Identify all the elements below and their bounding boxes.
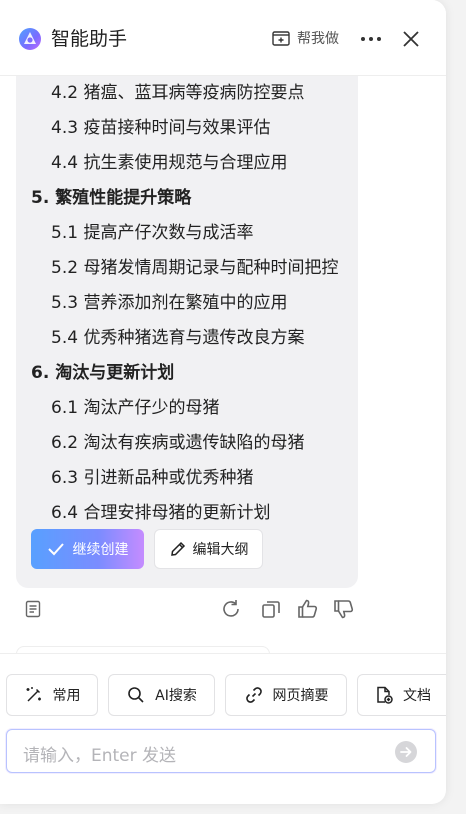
note-icon[interactable] bbox=[23, 599, 43, 619]
chip-document[interactable]: 文档 bbox=[357, 674, 446, 716]
chip-common[interactable]: 常用 bbox=[6, 674, 98, 716]
message-actions bbox=[0, 597, 446, 623]
send-icon[interactable] bbox=[394, 740, 418, 764]
outline-subitem: 6.3 引进新品种或优秀种猪 bbox=[51, 468, 254, 488]
search-icon bbox=[128, 687, 144, 703]
chat-input[interactable]: 请输入，Enter 发送 bbox=[6, 729, 436, 773]
copy-icon[interactable] bbox=[259, 597, 283, 621]
continue-create-label: 继续创建 bbox=[72, 542, 129, 558]
outline-subitem: 6.4 合理安排母猪的更新计划 bbox=[51, 503, 271, 523]
magic-wand-icon bbox=[26, 687, 41, 702]
document-add-icon bbox=[377, 686, 393, 704]
quick-tools: 常用 AI搜索 网页摘要 文档 bbox=[6, 674, 446, 716]
outline-subitem: 6.1 淘汰产仔少的母猪 bbox=[51, 398, 220, 418]
outline-subitem: 5.1 提高产仔次数与成活率 bbox=[51, 223, 254, 243]
chat-input-placeholder: 请输入，Enter 发送 bbox=[23, 746, 177, 766]
outline-section-heading: 6. 淘汰与更新计划 bbox=[31, 363, 175, 383]
link-icon bbox=[245, 687, 262, 703]
outline-card: 4.2 猪瘟、蓝耳病等疫病防控要点 4.3 疫苗接种时间与效果评估 4.4 抗生素使… bbox=[16, 76, 358, 588]
chat-content: 4.2 猪瘟、蓝耳病等疫病防控要点 4.3 疫苗接种时间与效果评估 4.4 抗生素使… bbox=[0, 76, 446, 653]
chip-web-summary-label: 网页摘要 bbox=[272, 688, 329, 704]
thumbs-up-icon[interactable] bbox=[296, 597, 320, 621]
outline-subitem: 5.2 母猪发情周期记录与配种时间把控 bbox=[51, 258, 339, 278]
check-icon bbox=[47, 543, 64, 556]
outline-actions: 继续创建 编辑大纲 bbox=[31, 529, 263, 569]
continue-create-button[interactable]: 继续创建 bbox=[31, 529, 144, 569]
panel-title: 智能助手 bbox=[51, 28, 128, 50]
close-icon[interactable] bbox=[400, 28, 422, 50]
outline-subitem: 6.2 淘汰有疾病或遗传缺陷的母猪 bbox=[51, 433, 305, 453]
chip-ai-search[interactable]: AI搜索 bbox=[108, 674, 215, 716]
pencil-icon bbox=[170, 541, 185, 556]
assistant-logo-icon bbox=[19, 28, 41, 50]
chip-ai-search-label: AI搜索 bbox=[155, 688, 197, 704]
header: 智能助手 帮我做 bbox=[0, 0, 446, 76]
chip-web-summary[interactable]: 网页摘要 bbox=[225, 674, 347, 716]
assistant-panel: 智能助手 帮我做 4.2 猪瘟、蓝耳病等疫病防控要点 4.3 疫苗接种时间与效果评… bbox=[0, 0, 446, 804]
more-icon[interactable] bbox=[359, 29, 383, 49]
outline-subitem: 5.3 营养添加剂在繁殖中的应用 bbox=[51, 293, 288, 313]
thumbs-down-icon[interactable] bbox=[332, 597, 356, 621]
chip-document-label: 文档 bbox=[403, 688, 431, 704]
add-box-icon bbox=[272, 31, 290, 46]
composer-divider bbox=[0, 653, 446, 654]
help-me-do-button[interactable]: 帮我做 bbox=[271, 28, 339, 48]
outline-subitem: 5.4 优秀种猪选育与遗传改良方案 bbox=[51, 328, 305, 348]
chip-common-label: 常用 bbox=[52, 688, 81, 704]
refresh-icon[interactable] bbox=[219, 597, 243, 621]
help-me-do-label: 帮我做 bbox=[297, 31, 339, 47]
outline-subitem: 4.2 猪瘟、蓝耳病等疫病防控要点 bbox=[51, 83, 305, 103]
next-message-card bbox=[16, 646, 270, 653]
outline-subitem: 4.3 疫苗接种时间与效果评估 bbox=[51, 118, 271, 138]
outline-subitem: 4.4 抗生素使用规范与合理应用 bbox=[51, 153, 288, 173]
edit-outline-button[interactable]: 编辑大纲 bbox=[154, 529, 263, 569]
edit-outline-label: 编辑大纲 bbox=[192, 542, 249, 558]
outline-section-heading: 5. 繁殖性能提升策略 bbox=[31, 188, 192, 208]
